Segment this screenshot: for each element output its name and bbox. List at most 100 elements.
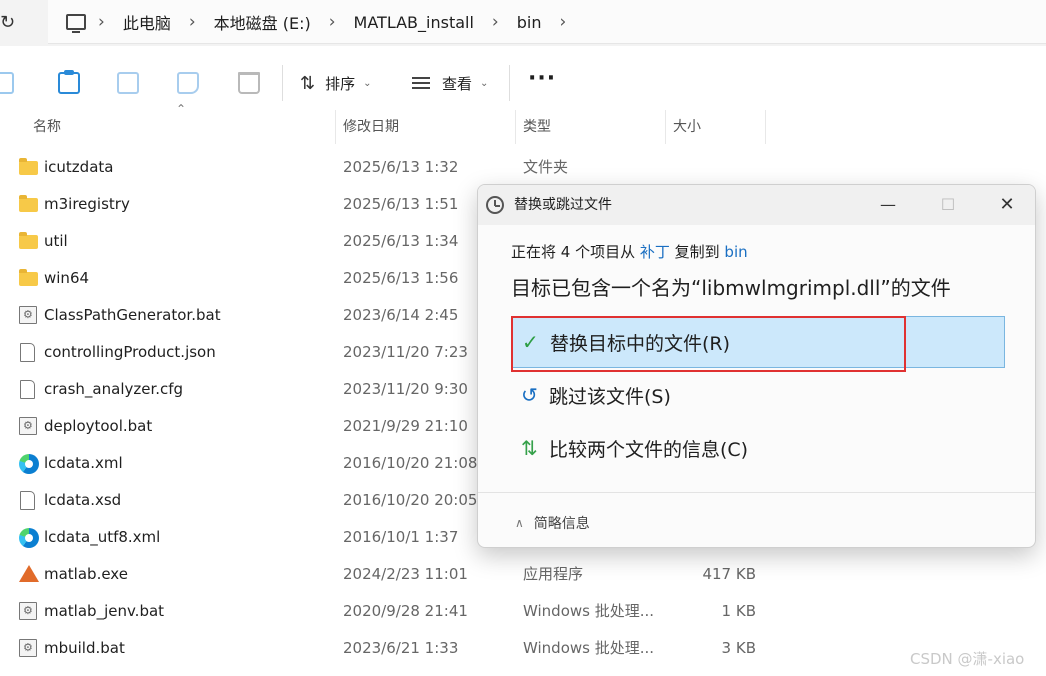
chevron-up-icon: ∧ bbox=[515, 516, 524, 530]
share-icon[interactable] bbox=[177, 72, 199, 94]
file-name: mbuild.bat bbox=[44, 639, 125, 657]
file-size: 3 KB bbox=[721, 639, 756, 657]
file-name: controllingProduct.json bbox=[44, 343, 216, 361]
file-type: Windows 批处理... bbox=[523, 602, 655, 620]
file-name: matlab_jenv.bat bbox=[44, 602, 165, 620]
edge-browser-icon bbox=[19, 528, 39, 548]
minimize-button[interactable]: — bbox=[858, 185, 918, 225]
option-label: 替换目标中的文件(R) bbox=[550, 332, 731, 355]
file-name: lcdata_utf8.xml bbox=[44, 528, 161, 546]
destination-folder-link[interactable]: bin bbox=[724, 243, 747, 261]
file-date: 2020/9/28 21:41 bbox=[343, 602, 468, 620]
file-name: ClassPathGenerator.bat bbox=[44, 306, 221, 324]
view-button[interactable]: 查看 ⌄ bbox=[412, 68, 488, 98]
rename-icon[interactable] bbox=[117, 72, 139, 94]
file-row[interactable]: matlab.exe 2024/2/23 11:01 应用程序 417 KB bbox=[0, 556, 1046, 593]
refresh-icon[interactable]: ↻ bbox=[0, 12, 20, 34]
chevron-right-icon[interactable]: › bbox=[559, 12, 566, 32]
file-name: crash_analyzer.cfg bbox=[44, 380, 184, 398]
batch-file-icon bbox=[19, 639, 37, 657]
file-date: 2025/6/13 1:56 bbox=[343, 269, 459, 287]
file-icon bbox=[20, 491, 35, 510]
copy-icon[interactable] bbox=[0, 72, 14, 94]
file-name: icutzdata bbox=[44, 158, 114, 176]
dialog-divider bbox=[478, 492, 1035, 493]
option-label: 比较两个文件的信息(C) bbox=[549, 438, 749, 461]
column-size[interactable]: 大小 bbox=[666, 110, 766, 144]
file-date: 2021/9/29 21:10 bbox=[343, 417, 468, 435]
file-row[interactable]: matlab_jenv.bat 2020/9/28 21:41 Windows … bbox=[0, 593, 1046, 630]
file-type: 应用程序 bbox=[523, 565, 584, 583]
chevron-down-icon: ⌄ bbox=[363, 77, 372, 89]
chevron-right-icon[interactable]: › bbox=[189, 12, 196, 32]
file-date: 2025/6/13 1:51 bbox=[343, 195, 459, 213]
file-name: deploytool.bat bbox=[44, 417, 153, 435]
dialog-title-bar[interactable]: 替换或跳过文件 — ☐ ✕ bbox=[478, 185, 1035, 225]
file-icon bbox=[20, 343, 35, 362]
file-date: 2024/2/23 11:01 bbox=[343, 565, 468, 583]
skip-icon: ↺ bbox=[521, 383, 538, 407]
file-type: Windows 批处理... bbox=[523, 639, 655, 657]
fewer-details-button[interactable]: ∧ 简略信息 bbox=[515, 513, 590, 533]
matlab-icon bbox=[19, 565, 39, 582]
breadcrumb-item-this-pc[interactable]: 此电脑 bbox=[117, 10, 177, 34]
watermark: CSDN @潇-xiao bbox=[910, 650, 1025, 668]
close-button[interactable]: ✕ bbox=[977, 185, 1035, 225]
file-date: 2023/6/21 1:33 bbox=[343, 639, 459, 657]
breadcrumb-item-matlab-install[interactable]: MATLAB_install bbox=[348, 13, 480, 32]
column-modified[interactable]: 修改日期 bbox=[336, 110, 516, 144]
folder-icon bbox=[19, 232, 38, 249]
command-bar: ⇅ 排序 ⌄ 查看 ⌄ bbox=[0, 56, 1046, 110]
folder-icon bbox=[19, 158, 38, 175]
column-type[interactable]: 类型 bbox=[516, 110, 666, 144]
file-row[interactable]: mbuild.bat 2023/6/21 1:33 Windows 批处理...… bbox=[0, 630, 1046, 667]
conflict-heading: 目标已包含一个名为“libmwlmgrimpl.dll”的文件 bbox=[511, 276, 951, 300]
toolbar-divider bbox=[282, 65, 283, 101]
source-folder-link[interactable]: 补丁 bbox=[640, 243, 670, 261]
file-date: 2016/10/20 21:08 bbox=[343, 454, 478, 472]
view-label: 查看 bbox=[442, 74, 473, 93]
sort-icon: ⇅ bbox=[300, 72, 316, 94]
delete-icon[interactable] bbox=[238, 72, 260, 94]
more-options-button[interactable]: ··· bbox=[528, 66, 556, 91]
file-type: 文件夹 bbox=[523, 158, 569, 176]
column-name[interactable]: 名称 bbox=[26, 110, 336, 144]
chevron-right-icon[interactable]: › bbox=[492, 12, 499, 32]
file-name: lcdata.xml bbox=[44, 454, 123, 472]
file-date: 2016/10/20 20:05 bbox=[343, 491, 478, 509]
file-size: 417 KB bbox=[702, 565, 756, 583]
file-name: win64 bbox=[44, 269, 90, 287]
chevron-right-icon[interactable]: › bbox=[329, 12, 336, 32]
compare-files-option[interactable]: ⇅ 比较两个文件的信息(C) bbox=[511, 422, 1005, 474]
file-name: m3iregistry bbox=[44, 195, 130, 213]
file-row[interactable]: icutzdata 2025/6/13 1:32 文件夹 bbox=[0, 149, 1046, 186]
compare-icon: ⇅ bbox=[521, 436, 538, 460]
file-date: 2025/6/13 1:34 bbox=[343, 232, 459, 250]
batch-file-icon bbox=[19, 602, 37, 620]
breadcrumb-item-drive-e[interactable]: 本地磁盘 (E:) bbox=[208, 10, 317, 34]
maximize-button[interactable]: ☐ bbox=[918, 185, 978, 225]
batch-file-icon bbox=[19, 417, 37, 435]
breadcrumb-item-bin[interactable]: bin bbox=[511, 13, 548, 32]
file-date: 2023/11/20 7:23 bbox=[343, 343, 468, 361]
toolbar-divider bbox=[509, 65, 510, 101]
option-label: 跳过该文件(S) bbox=[549, 385, 671, 408]
copy-status-text: 正在将 4 个项目从 补丁 复制到 bin bbox=[511, 241, 748, 262]
breadcrumb[interactable]: › 此电脑 › 本地磁盘 (E:) › MATLAB_install › bin… bbox=[48, 0, 1046, 44]
file-date: 2016/10/1 1:37 bbox=[343, 528, 459, 546]
file-size: 1 KB bbox=[721, 602, 756, 620]
file-icon bbox=[20, 380, 35, 399]
skip-file-option[interactable]: ↺ 跳过该文件(S) bbox=[511, 369, 1005, 421]
computer-icon[interactable] bbox=[66, 14, 86, 33]
status-prefix: 正在将 4 个项目从 bbox=[511, 243, 640, 261]
view-icon bbox=[412, 77, 430, 89]
file-date: 2023/11/20 9:30 bbox=[343, 380, 468, 398]
paste-icon[interactable] bbox=[58, 70, 80, 94]
folder-icon bbox=[19, 195, 38, 212]
file-date: 2025/6/13 1:32 bbox=[343, 158, 459, 176]
replace-file-option[interactable]: ✓ 替换目标中的文件(R) bbox=[511, 316, 1005, 372]
file-date: 2023/6/14 2:45 bbox=[343, 306, 459, 324]
dialog-title: 替换或跳过文件 bbox=[514, 197, 612, 213]
sort-button[interactable]: ⇅ 排序 ⌄ bbox=[300, 68, 372, 98]
chevron-right-icon[interactable]: › bbox=[98, 12, 105, 32]
